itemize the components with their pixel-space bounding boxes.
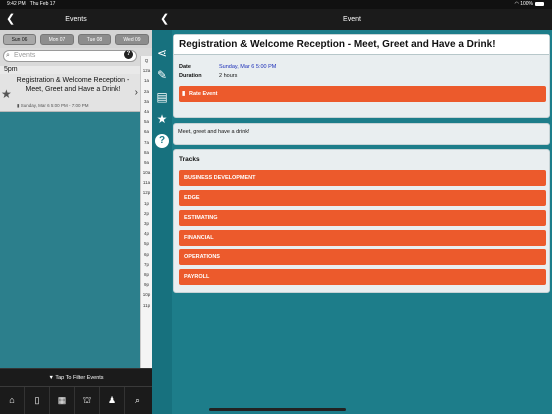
event-info-card: Registration & Welcome Reception - Meet,… [173,34,550,118]
home-indicator[interactable] [209,408,346,411]
attendees-tab-icon[interactable]: ♟ [100,387,125,414]
filter-icon: ▼ [48,375,54,381]
time-section-header: 5pm [0,66,140,74]
calendar-icon: ▮ [17,103,20,108]
clipboard-icon[interactable]: ▤ [154,89,170,105]
help-icon[interactable]: ? [124,50,133,59]
index-entry[interactable]: Q [141,56,152,66]
day-tab-sun[interactable]: Sun 06 [3,34,36,45]
event-duration-row: Duration 2 hours [179,73,238,79]
help-icon[interactable]: ? [155,134,169,148]
index-entry[interactable]: 10p [141,290,152,300]
mobile-tab-icon[interactable]: ▯ [25,387,50,414]
index-entry[interactable]: 9p [141,280,152,290]
event-nav-bar: ❮ Event [152,9,552,30]
search-input[interactable]: ⌕ Events [3,50,137,62]
day-tab-mon[interactable]: Mon 07 [40,34,74,45]
search-tab-icon[interactable]: ⌕ [125,387,150,414]
day-tab-wed[interactable]: Wed 09 [115,34,149,45]
filter-events-button[interactable]: ▼ Tap To Filter Events [0,368,152,386]
track-payroll[interactable]: PAYROLL [179,269,546,285]
index-entry[interactable]: 3a [141,97,152,107]
chevron-right-icon: › [134,87,138,98]
event-detail-pane: ❮ Event ⋖ ✎ ▤ ★ ? Registration & Welcome… [152,9,552,414]
index-entry[interactable]: 5p [141,239,152,249]
side-toolbar: ⋖ ✎ ▤ ★ ? [152,30,172,414]
rate-icon: ▮ [182,91,186,97]
event-list-title: Registration & Welcome Reception - Meet,… [16,77,130,93]
star-icon[interactable]: ★ [154,111,170,127]
event-list-subtitle: ▮ Sunday, Mar 6 5:00 PM - 7:00 PM [17,103,89,108]
events-nav-title: Events [65,16,87,23]
index-entry[interactable]: 2a [141,87,152,97]
status-right: ◠ 100% [514,0,544,9]
index-entry[interactable]: 1p [141,199,152,209]
battery-icon [535,1,544,6]
index-entry[interactable]: 1a [141,76,152,86]
index-entry[interactable]: 2p [141,209,152,219]
filter-label: Tap To Filter Events [55,375,104,381]
search-bar: ⌕ Events ? [0,48,152,66]
index-entry[interactable]: 11a [141,178,152,188]
home-tab-icon[interactable]: ⌂ [0,387,25,414]
index-entry[interactable]: 9a [141,158,152,168]
index-entry[interactable]: 5a [141,117,152,127]
track-operations[interactable]: OPERATIONS [179,249,546,265]
event-title: Registration & Welcome Reception - Meet,… [174,35,549,55]
tab-bar: ⌂ ▯ ▦ ⛫ ♟ ⌕ [0,386,152,414]
rate-event-button[interactable]: ▮ Rate Event [179,86,546,102]
status-time-date: 9:42 PM Thu Feb 17 [7,1,56,7]
track-edge[interactable]: EDGE [179,190,546,206]
index-entry[interactable]: 3p [141,219,152,229]
event-date-row: Date Sunday, Mar 6 5:00 PM [179,64,277,70]
index-entry[interactable]: 12p [141,188,152,198]
event-date-value[interactable]: Sunday, Mar 6 5:00 PM [219,64,276,70]
track-estimating[interactable]: ESTIMATING [179,210,546,226]
wifi-icon: ◠ [514,1,519,7]
index-entry[interactable]: 4p [141,229,152,239]
events-nav-bar: ❮ Events [0,9,152,30]
index-entry[interactable]: 7a [141,138,152,148]
index-entry[interactable]: 12a [141,66,152,76]
time-index-scrubber[interactable]: Q 12a 1a 2a 3a 4a 5a 6a 7a 8a 9a 10a 11a 12p 1p 2p 3p 4p 5… [140,56,152,376]
event-nav-title: Event [343,16,361,23]
status-bar: 9:42 PM Thu Feb 17 ◠ 100% [0,0,552,9]
rate-event-label: Rate Event [189,91,218,97]
index-entry[interactable]: 6a [141,127,152,137]
index-entry[interactable]: 7p [141,260,152,270]
tracks-title: Tracks [179,156,200,163]
tracks-card: Tracks BUSINESS DEVELOPMENT EDGE ESTIMAT… [173,149,550,293]
event-description: Meet, greet and have a drink! [173,123,550,145]
grid-tab-icon[interactable]: ▦ [50,387,75,414]
day-tab-tue[interactable]: Tue 08 [78,34,111,45]
pencil-icon[interactable]: ✎ [154,67,170,83]
index-entry[interactable]: 8a [141,148,152,158]
index-entry[interactable]: 8p [141,270,152,280]
index-entry[interactable]: 10a [141,168,152,178]
events-list-pane: ❮ Events Sun 06 Mon 07 Tue 08 Wed 09 ⌕ E… [0,9,152,414]
share-icon[interactable]: ⋖ [154,45,170,61]
booth-tab-icon[interactable]: ⛫ [75,387,100,414]
search-placeholder: Events [14,52,36,59]
track-financial[interactable]: FINANCIAL [179,230,546,246]
index-entry[interactable]: 4a [141,107,152,117]
index-entry[interactable]: 6p [141,250,152,260]
track-business-development[interactable]: BUSINESS DEVELOPMENT [179,170,546,186]
index-entry[interactable]: 11p [141,301,152,311]
star-icon[interactable]: ★ [1,87,12,101]
search-icon: ⌕ [6,52,10,59]
list-item-event[interactable]: ★ Registration & Welcome Reception - Mee… [0,74,140,112]
